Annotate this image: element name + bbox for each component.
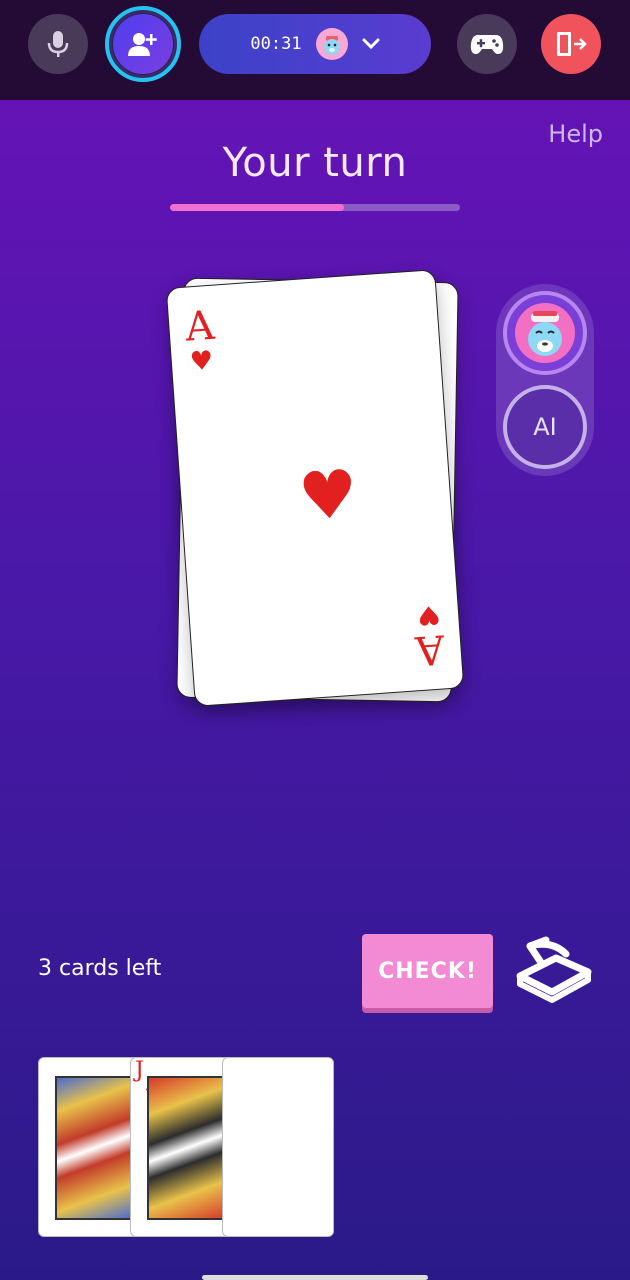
top-card-suit-bottom: ♥	[415, 598, 442, 631]
home-indicator	[202, 1275, 428, 1280]
pip-suit: ♠	[243, 1188, 267, 1218]
exit-button[interactable]	[541, 14, 601, 74]
turn-progress-bar	[170, 204, 460, 211]
pile-top-card[interactable]: A ♥ ♥ ♥ A	[165, 269, 465, 707]
swap-cards-icon	[516, 936, 592, 1003]
pip-suit: ♠	[243, 1080, 267, 1110]
hand-card-rank-bottom: 4	[314, 1208, 327, 1232]
cards-left-count: 3 cards left	[38, 956, 162, 981]
swap-cards-button[interactable]	[512, 934, 594, 1006]
llama-avatar-icon	[315, 28, 348, 60]
invite-inner	[113, 14, 173, 74]
invite-friend-button[interactable]	[105, 6, 181, 82]
ai-player-avatar[interactable]: AI	[503, 385, 587, 469]
games-button[interactable]	[457, 14, 517, 74]
turn-progress-fill	[170, 204, 344, 211]
top-card-rank: A	[183, 302, 216, 351]
hand-card-four-spades[interactable]: 4 ♠ ♠ ♠ ♠ ♠ 4	[222, 1057, 334, 1237]
game-timer-pill[interactable]: 00:31	[199, 14, 431, 74]
players-column: AI	[496, 284, 594, 476]
check-button[interactable]: CHECK!	[362, 934, 493, 1008]
king-face-art	[55, 1076, 135, 1220]
jack-face-art	[147, 1076, 227, 1220]
mic-button[interactable]	[28, 14, 88, 74]
exit-door-icon	[557, 32, 587, 56]
top-card-center-suit: ♥	[295, 455, 361, 537]
llama-avatar-icon	[515, 303, 575, 363]
hand-card-rank: J	[135, 1058, 144, 1083]
turn-title: Your turn	[222, 140, 408, 186]
timer-text: 00:31	[250, 34, 302, 54]
pip-suit: ♠	[291, 1188, 315, 1218]
hand-card-rank: 4	[227, 1058, 241, 1083]
add-user-icon	[128, 33, 157, 56]
microphone-icon	[47, 31, 69, 57]
top-card-suit: ♥	[188, 345, 215, 378]
gamepad-icon	[470, 35, 504, 54]
top-bar: 00:31	[0, 0, 630, 100]
chevron-down-icon	[362, 38, 380, 50]
opponent-avatar[interactable]	[503, 291, 587, 375]
pip-suit: ♠	[291, 1080, 315, 1110]
top-card-rank-bottom: A	[414, 625, 447, 674]
